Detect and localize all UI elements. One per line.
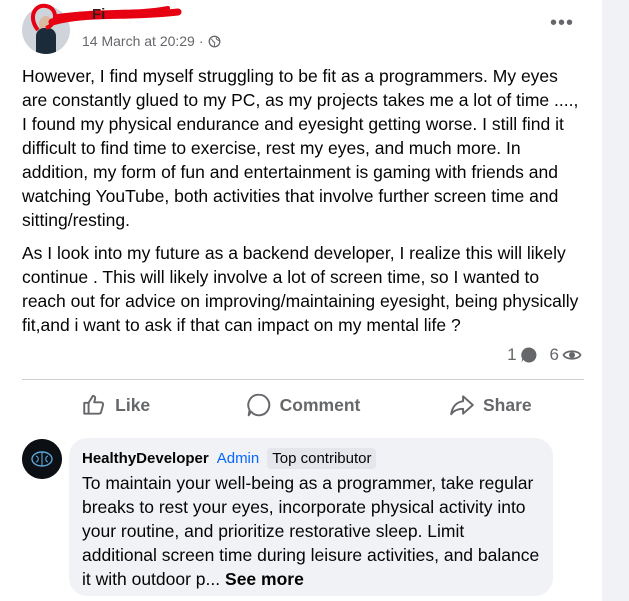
share-label: Share bbox=[483, 394, 532, 415]
right-rail bbox=[602, 0, 629, 601]
view-count-value: 6 bbox=[549, 345, 559, 364]
post-stats: 1 6 bbox=[507, 345, 582, 365]
comment-body: To maintain your well-being as a program… bbox=[82, 473, 540, 589]
meta-separator: · bbox=[198, 33, 204, 49]
redaction-scribble bbox=[30, 3, 182, 32]
more-options-icon[interactable]: ••• bbox=[548, 13, 576, 36]
like-button[interactable]: Like bbox=[22, 383, 209, 427]
commenter-name[interactable]: HealthyDeveloper bbox=[82, 450, 209, 467]
post-paragraph: However, I find myself struggling to be … bbox=[22, 66, 579, 230]
comment-icon bbox=[246, 393, 270, 417]
view-count-icon bbox=[562, 350, 582, 360]
post-card: Fi 14 March at 20:29 · ••• However, I fi… bbox=[0, 0, 602, 601]
actions-divider bbox=[22, 379, 584, 380]
view-count[interactable]: 6 bbox=[550, 345, 582, 365]
commenter-avatar[interactable] bbox=[22, 439, 62, 479]
comment-button[interactable]: Comment bbox=[209, 383, 396, 427]
globe-icon bbox=[208, 35, 220, 47]
comment-label: Comment bbox=[279, 394, 361, 415]
like-icon bbox=[83, 394, 105, 415]
comment-count-icon bbox=[520, 347, 536, 363]
post-body: However, I find myself struggling to be … bbox=[22, 64, 587, 346]
brain-logo-icon bbox=[22, 439, 62, 479]
comment-header: HealthyDeveloper Admin Top contributor bbox=[82, 448, 377, 469]
post-meta: 14 March at 20:29 · bbox=[82, 33, 221, 49]
post-timestamp[interactable]: 14 March at 20:29 bbox=[82, 33, 195, 49]
author-name[interactable]: Fi bbox=[92, 6, 105, 23]
share-icon bbox=[450, 395, 474, 416]
comment-text: To maintain your well-being as a program… bbox=[82, 471, 544, 591]
admin-label[interactable]: Admin bbox=[217, 450, 260, 467]
like-label: Like bbox=[115, 394, 151, 415]
comment-count[interactable]: 1 bbox=[507, 345, 537, 365]
comment-bubble: HealthyDeveloper Admin Top contributor T… bbox=[69, 438, 553, 596]
see-more-link[interactable]: See more bbox=[225, 569, 304, 589]
post-actions: Like Comment Share bbox=[22, 383, 584, 427]
post-paragraph: As I look into my future as a backend de… bbox=[22, 243, 579, 335]
comment-count-value: 1 bbox=[507, 345, 517, 364]
top-contributor-badge[interactable]: Top contributor bbox=[267, 448, 377, 469]
share-button[interactable]: Share bbox=[397, 383, 584, 427]
